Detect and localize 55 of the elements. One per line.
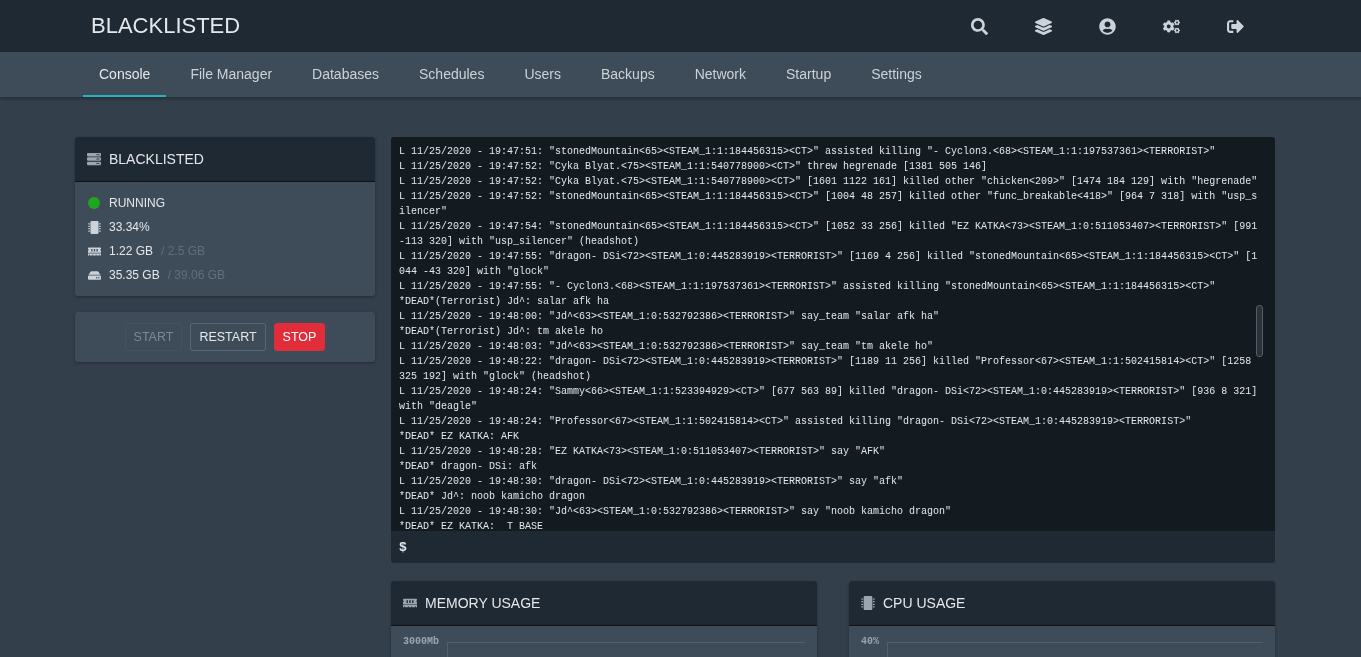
log-line: L 11/25/2020 - 19:48:24: "Sammy<66><STEAM_1:1:523394929><CT>" [677 563 89] killed "dragon- DSi<72><STEAM_1:0:445283919><TERRORIST>" [936 8 321] with "deagle" (399, 385, 1259, 414)
search-icon (970, 17, 988, 35)
log-line: L 11/25/2020 - 19:48:30: "dragon- DSi<72><STEAM_1:0:445283919><TERRORIST>" say "afk" (399, 475, 905, 489)
log-line: *DEAD*(Terrorist) Jd^: tm akele ho (399, 325, 605, 339)
user-icon (1098, 17, 1116, 35)
log-line: L 11/25/2020 - 19:48:30: "Jd^<63><STEAM_1:0:532792386><TERRORIST>" say "noob kamicho dragon" (399, 505, 953, 519)
chip-icon (861, 596, 875, 610)
tab[interactable]: File Manager (174, 52, 289, 97)
log-line: *DEAD* EZ KATKA: AFK (399, 430, 521, 444)
log-line: L 11/25/2020 - 19:47:52: "Cyka Blyat.<75><STEAM_1:1:540778900><CT>" threw hegrenade [1381 505 146] (399, 160, 989, 174)
log-line: *DEAD* EZ KATKA: T BASE (399, 520, 545, 531)
log-line: L 11/25/2020 - 19:48:03: "Jd^<63><STEAM_1:0:532792386><TERRORIST>" say_team "tm akele ho" (399, 340, 935, 354)
power-button[interactable]: RESTART (190, 323, 266, 351)
tab[interactable]: Users (508, 52, 577, 97)
layers-icon (1034, 17, 1052, 35)
log-line: L 11/25/2020 - 19:47:55: "dragon- DSi<72><STEAM_1:0:445283919><TERRORIST>" [1169 4 256] killed "stonedMountain<65><STEAM_1:1:184456315><CT>" [1044 -43 320] with "glock" (399, 250, 1259, 279)
hard-drive-icon (87, 268, 101, 282)
log-line: *DEAD*(Terrorist) Jd^: salar afk ha (399, 295, 611, 309)
brand-title: BLACKLISTED (91, 13, 241, 39)
scrollbar-thumb[interactable] (1256, 305, 1263, 357)
log-line: L 11/25/2020 - 19:48:24: "Professor<67><STEAM_1:1:502415814><CT>" assisted killing "dragon- DSi<72><STEAM_1:0:445283919><TERRORIST>" (399, 415, 1193, 429)
log-line: L 11/25/2020 - 19:48:22: "dragon- DSi<72><STEAM_1:0:445283919><TERRORIST>" [1189 11 256] killed "Professor<67><STEAM_1:1:502415814><CT>" [1258 325 192] with "glock" (headshot) (399, 355, 1253, 384)
command-input[interactable]: $ (391, 531, 1275, 563)
logout-icon (1226, 17, 1244, 35)
log-line: L 11/25/2020 - 19:47:52: "stonedMountain<65><STEAM_1:1:184456315><CT>" [1004 48 257] killed other "func_breakable<418>" [964 7 318] with "usp_silencer" (399, 190, 1259, 219)
log-line: L 11/25/2020 - 19:48:00: "Jd^<63><STEAM_1:0:532792386><TERRORIST>" say_team "salar afk ha" (399, 310, 941, 324)
tab[interactable]: Schedules (403, 52, 501, 97)
chart-title: CPU USAGE (883, 595, 966, 611)
tab[interactable]: Console (83, 52, 167, 97)
prompt-symbol: $ (399, 539, 407, 555)
server-name: BLACKLISTED (109, 151, 204, 167)
log-line: L 11/25/2020 - 19:47:52: "Cyka Blyat.<75><STEAM_1:1:540778900><CT>" [1601 1122 161] killed other "chicken<209>" [1474 184 129] with "hegrenade" (399, 175, 1259, 189)
stat-value: 35.35 GB (109, 268, 160, 282)
log-line: L 11/25/2020 - 19:47:55: "- Cyclon3.<68><STEAM_1:1:197537361><TERRORIST>" assisted killing "stonedMountain<65><STEAM_1:1:184456315><CT>" (399, 280, 1217, 294)
stat-value: 1.22 GB (109, 244, 154, 258)
tab[interactable]: Databases (296, 52, 395, 97)
log-line: L 11/25/2020 - 19:47:54: "stonedMountain<65><STEAM_1:1:184456315><CT>" [1052 33 256] killed "EZ KATKA<73><STEAM_1:0:511053407><TERRORIST>" [991 -113 320] with "usp_silencer" (headshot) (399, 220, 1259, 249)
log-line: *DEAD* dragon- DSi: afk (399, 460, 539, 474)
server-icon (87, 152, 101, 166)
status-label: RUNNING (109, 196, 165, 210)
axis-tick-label: 3000Mb (403, 636, 439, 649)
axis-tick-label: 40% (861, 636, 879, 649)
log-line: L 11/25/2020 - 19:47:51: "stonedMountain<65><STEAM_1:1:184456315><CT>" assisted killing "- Cyclon3.<68><STEAM_1:1:197537361><TERRORIST>" (399, 145, 1217, 159)
settings-icon (1162, 17, 1180, 35)
log-line: *DEAD* Jd^: noob kamicho dragon (399, 490, 587, 504)
chip-icon (87, 220, 101, 234)
tab[interactable]: Settings (855, 52, 938, 97)
tab[interactable]: Network (678, 52, 763, 97)
tab[interactable]: Startup (770, 52, 848, 97)
power-button[interactable]: STOP (273, 323, 326, 351)
stat-value: 33.34% (109, 220, 150, 234)
log-line: L 11/25/2020 - 19:48:28: "EZ KATKA<73><STEAM_1:0:511053407><TERRORIST>" say "AFK" (399, 445, 887, 459)
tab[interactable]: Backups (584, 52, 671, 97)
memory-icon (403, 596, 417, 610)
chart-title: MEMORY USAGE (425, 595, 541, 611)
